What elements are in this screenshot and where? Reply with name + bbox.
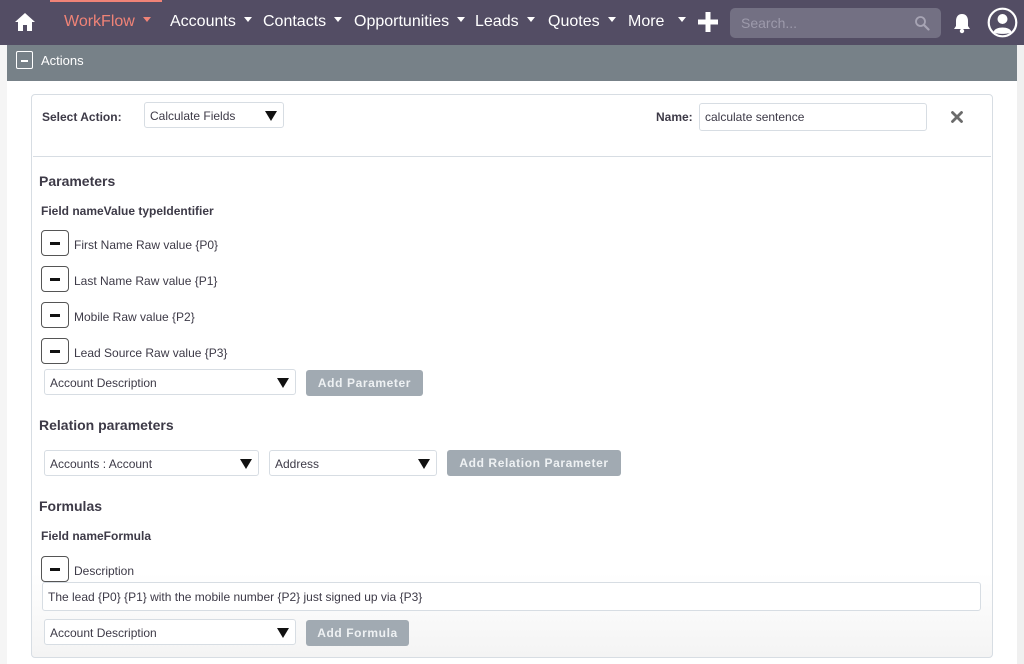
select-value: Address [275,457,320,471]
home-icon[interactable] [14,12,36,32]
nav-item-accounts[interactable]: Accounts [170,13,252,31]
dropdown-arrow-icon [277,628,289,638]
remove-parameter-button[interactable] [41,338,69,364]
parameters-column-header: Field nameValue typeIdentifier [41,204,214,218]
user-avatar-icon[interactable] [987,7,1018,38]
active-tab-indicator [50,0,162,2]
relation-field-select[interactable]: Address [269,450,437,476]
remove-parameter-button[interactable] [41,266,69,292]
nav-item-more[interactable]: More [628,13,687,31]
nav-label: Leads [475,13,519,30]
action-type-select[interactable]: Calculate Fields [144,102,284,128]
search-input[interactable] [730,8,910,38]
relation-parameters-title: Relation parameters [39,417,174,433]
select-action-label: Select Action: [42,110,122,124]
chevron-down-icon [607,17,616,23]
dropdown-arrow-icon [418,459,430,469]
search-icon[interactable] [914,15,930,31]
parameter-row: Last Name Raw value {P1} [74,274,218,288]
top-navigation-bar: WorkFlow Accounts Contacts Opportunities… [0,0,1024,45]
select-value: Accounts : Account [50,457,153,471]
collapse-panel-button[interactable] [16,51,33,69]
select-value: Account Description [50,376,157,390]
nav-label: WorkFlow [64,13,135,30]
parameter-field-select[interactable]: Account Description [44,369,296,395]
global-search [730,8,941,38]
parameters-title: Parameters [39,173,116,189]
section-divider [33,156,991,157]
remove-action-close-icon[interactable] [951,111,963,123]
nav-item-workflow[interactable]: WorkFlow [64,13,151,31]
nav-item-contacts[interactable]: Contacts [263,13,343,31]
nav-label: Opportunities [354,13,450,30]
relation-module-select[interactable]: Accounts : Account [44,450,259,476]
dropdown-arrow-icon [240,459,252,469]
chevron-down-icon [457,17,466,23]
dropdown-arrow-icon [265,111,277,121]
nav-label: Quotes [548,13,600,30]
nav-label: Contacts [263,13,327,30]
action-name-input[interactable] [699,103,927,131]
parameter-row: Mobile Raw value {P2} [74,310,195,324]
add-formula-button[interactable]: Add Formula [306,620,409,646]
notifications-bell-icon[interactable] [952,12,972,34]
add-relation-parameter-button[interactable]: Add Relation Parameter [447,450,621,476]
chevron-down-icon [142,17,151,23]
nav-label: More [628,13,665,30]
parameter-row: Lead Source Raw value {P3} [74,346,228,360]
chevron-down-icon [678,17,687,23]
nav-item-leads[interactable]: Leads [475,13,535,31]
nav-item-quotes[interactable]: Quotes [548,13,616,31]
remove-parameter-button[interactable] [41,302,69,328]
nav-label: Accounts [170,13,236,30]
scrollbar-track[interactable] [1017,45,1024,664]
select-value: Account Description [50,626,157,640]
formula-field-name: Description [74,564,135,578]
create-plus-icon[interactable] [697,11,719,33]
chevron-down-icon [334,17,343,23]
add-parameter-button[interactable]: Add Parameter [306,370,423,396]
chevron-down-icon [526,17,535,23]
chevron-down-icon [243,17,252,23]
select-value: Calculate Fields [150,109,236,123]
formulas-title: Formulas [39,498,103,514]
actions-panel-header: Actions [7,45,1017,81]
remove-formula-button[interactable] [41,556,69,582]
dropdown-arrow-icon [277,378,289,388]
name-label: Name: [656,110,693,124]
parameter-row: First Name Raw value {P0} [74,238,219,252]
remove-parameter-button[interactable] [41,230,69,256]
formulas-column-header: Field nameFormula [41,529,152,543]
formula-field-select[interactable]: Account Description [44,619,296,645]
nav-item-opportunities[interactable]: Opportunities [354,13,466,31]
panel-title: Actions [41,53,84,68]
formula-input[interactable] [42,582,981,611]
